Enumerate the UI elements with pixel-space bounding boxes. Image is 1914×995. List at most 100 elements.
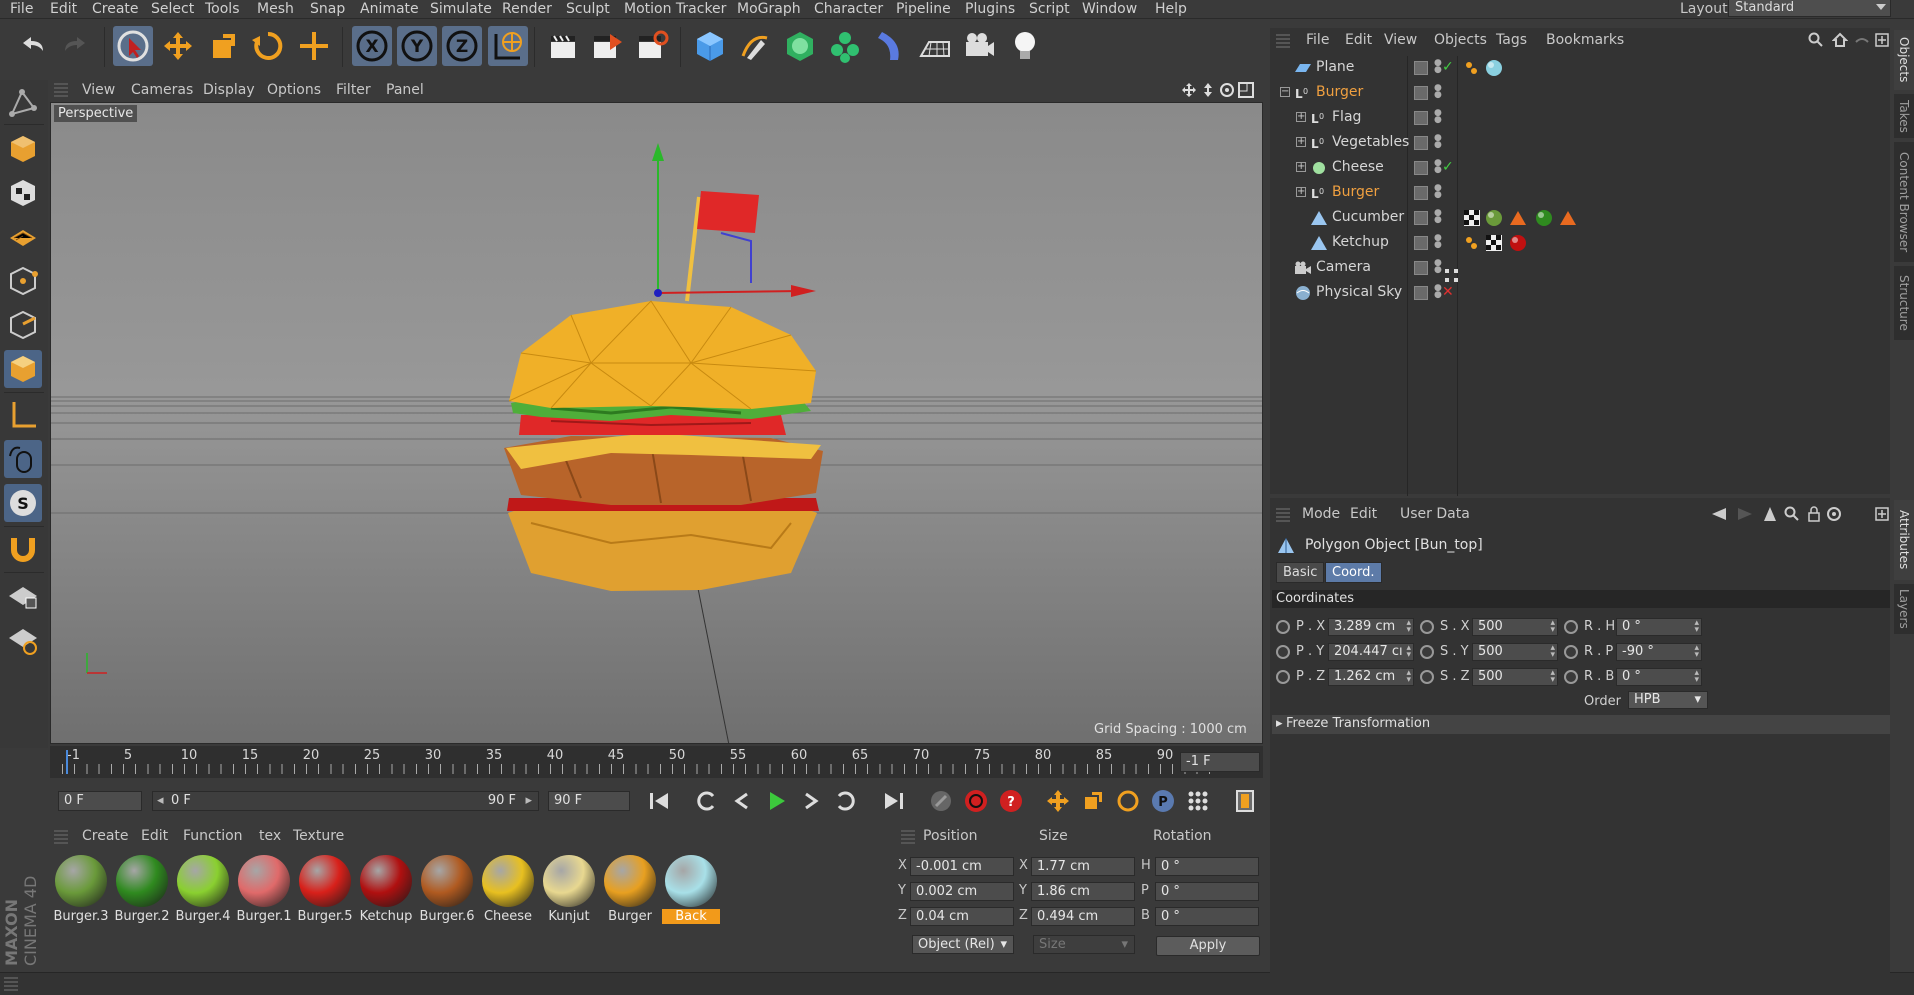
timeline-window-button[interactable] — [1229, 785, 1261, 817]
add-cube-button[interactable] — [690, 26, 730, 66]
material-swatch[interactable]: Burger — [601, 852, 659, 924]
disabled-x-icon[interactable]: ✕ — [1442, 284, 1454, 300]
selection-tag-icon[interactable] — [1558, 208, 1578, 228]
material-swatch[interactable]: Burger.2 — [113, 852, 171, 924]
key-parameter-toggle[interactable]: P — [1147, 785, 1179, 817]
object-name[interactable]: Camera — [1316, 259, 1371, 275]
visibility-dots-icon[interactable]: ● ● — [1434, 84, 1442, 100]
z-axis-lock[interactable]: Z — [442, 26, 482, 66]
viewport-menu-display[interactable]: Display — [203, 82, 255, 98]
coordinate-system-toggle[interactable] — [488, 26, 528, 66]
search-icon[interactable] — [1784, 506, 1800, 526]
next-frame-button[interactable] — [795, 785, 827, 817]
uvw-tag-icon[interactable] — [1484, 233, 1504, 253]
up-arrow-icon[interactable] — [1762, 505, 1778, 527]
drag-handle-icon[interactable] — [901, 830, 915, 844]
object-name[interactable]: Ketchup — [1332, 234, 1389, 250]
rotation-value-field[interactable]: -90 ° ▴ ▾ — [1616, 643, 1702, 661]
end-frame-field[interactable]: 90 F — [548, 791, 630, 811]
points-mode-button[interactable] — [4, 262, 42, 300]
rotation-field[interactable]: 0 ° — [1155, 882, 1259, 901]
autokey-button[interactable]: ? — [995, 785, 1027, 817]
tab-attributes[interactable]: Attributes — [1894, 500, 1914, 580]
am-menu-edit[interactable]: Edit — [1350, 506, 1377, 522]
y-axis-lock[interactable]: Y — [397, 26, 437, 66]
material-swatch[interactable]: Burger.3 — [52, 852, 110, 924]
new-window-icon[interactable] — [1874, 32, 1890, 52]
editor-render-toggle[interactable] — [1414, 261, 1428, 275]
viewport-maximize-icon[interactable] — [1238, 82, 1254, 102]
forward-arrow-icon[interactable] — [1734, 506, 1754, 526]
go-to-start-button[interactable] — [643, 785, 675, 817]
visibility-dots-icon[interactable]: ● ● — [1434, 209, 1442, 225]
home-icon[interactable] — [1831, 32, 1849, 52]
go-to-end-button[interactable] — [878, 785, 910, 817]
drag-handle-icon[interactable] — [4, 977, 18, 991]
viewport-rotate-icon[interactable] — [1219, 82, 1235, 102]
editor-render-toggle[interactable] — [1414, 161, 1428, 175]
object-row[interactable] — [1272, 56, 1882, 80]
visibility-dots-icon[interactable]: ● ● — [1434, 109, 1442, 125]
edges-mode-button[interactable] — [4, 306, 42, 344]
viewport-menu-filter[interactable]: Filter — [336, 82, 371, 98]
menu-create[interactable]: Create — [92, 1, 139, 17]
object-name[interactable]: Cucumber — [1332, 209, 1404, 225]
object-name[interactable]: Vegetables — [1332, 134, 1409, 150]
tab-takes[interactable]: Takes — [1894, 94, 1914, 138]
scale-tool[interactable] — [203, 26, 243, 66]
redo-button[interactable] — [56, 26, 96, 66]
material-tag-icon[interactable] — [1484, 208, 1504, 228]
spinner-arrows-icon[interactable]: ▴ ▾ — [1406, 619, 1411, 635]
object-row[interactable] — [1272, 81, 1882, 105]
editor-render-toggle[interactable] — [1414, 61, 1428, 75]
menu-plugins[interactable]: Plugins — [965, 1, 1015, 17]
play-button[interactable] — [760, 785, 792, 817]
render-settings-button[interactable] — [633, 26, 673, 66]
size-field[interactable]: 0.494 cm — [1031, 907, 1135, 926]
drag-handle-icon[interactable] — [54, 83, 68, 97]
visibility-dots-icon[interactable]: ● ● — [1434, 134, 1442, 150]
search-icon[interactable] — [1808, 32, 1824, 52]
tab-basic[interactable]: Basic — [1276, 562, 1325, 583]
material-swatch[interactable]: Kunjut — [540, 852, 598, 924]
material-menu-create[interactable]: Create — [82, 828, 129, 844]
viewport-camera-label[interactable]: Perspective — [54, 105, 138, 122]
material-swatch[interactable]: Burger.1 — [235, 852, 293, 924]
object-name[interactable]: Burger — [1332, 184, 1379, 200]
viewport-move-icon[interactable] — [1181, 82, 1197, 102]
scale-value-field[interactable]: 500 ▴ ▾ — [1472, 643, 1558, 661]
polygons-mode-button[interactable] — [4, 350, 42, 388]
current-frame-display[interactable]: -1 F — [1180, 752, 1260, 772]
add-mograph-button[interactable] — [825, 26, 865, 66]
spinner-arrows-icon[interactable]: ▴ ▾ — [1550, 644, 1555, 660]
am-menu-mode[interactable]: Mode — [1302, 506, 1340, 522]
drag-handle-icon[interactable] — [1276, 34, 1290, 48]
menu-pipeline[interactable]: Pipeline — [896, 1, 951, 17]
om-menu-objects[interactable]: Objects — [1434, 32, 1487, 48]
menu-snap[interactable]: Snap — [310, 1, 345, 17]
menu-simulate[interactable]: Simulate — [430, 1, 492, 17]
keyframe-radio[interactable] — [1276, 645, 1290, 659]
object-name[interactable]: Physical Sky — [1316, 284, 1402, 300]
menu-edit[interactable]: Edit — [50, 1, 77, 17]
viewport-menu-panel[interactable]: Panel — [386, 82, 424, 98]
add-spline-button[interactable] — [735, 26, 775, 66]
editor-render-toggle[interactable] — [1414, 86, 1428, 100]
phong-tag-icon[interactable] — [1462, 58, 1482, 78]
visibility-dots-icon[interactable]: ● ● — [1434, 234, 1442, 250]
previous-frame-button[interactable] — [726, 785, 758, 817]
playhead-marker[interactable] — [66, 750, 68, 774]
next-key-button[interactable] — [830, 785, 862, 817]
menu-mesh[interactable]: Mesh — [257, 1, 294, 17]
menu-motion-tracker[interactable]: Motion Tracker — [624, 1, 726, 17]
tab-layers[interactable]: Layers — [1894, 584, 1914, 634]
expand-toggle-icon[interactable]: + — [1296, 187, 1306, 197]
transform-tool[interactable] — [294, 26, 334, 66]
drag-handle-icon[interactable] — [54, 830, 68, 844]
back-arrow-icon[interactable] — [1710, 506, 1730, 526]
perspective-viewport[interactable] — [50, 102, 1263, 744]
menu-animate[interactable]: Animate — [360, 1, 419, 17]
tab-structure[interactable]: Structure — [1894, 266, 1914, 340]
planar-workplane-button[interactable] — [4, 620, 42, 658]
tab-coord[interactable]: Coord. — [1325, 562, 1382, 583]
